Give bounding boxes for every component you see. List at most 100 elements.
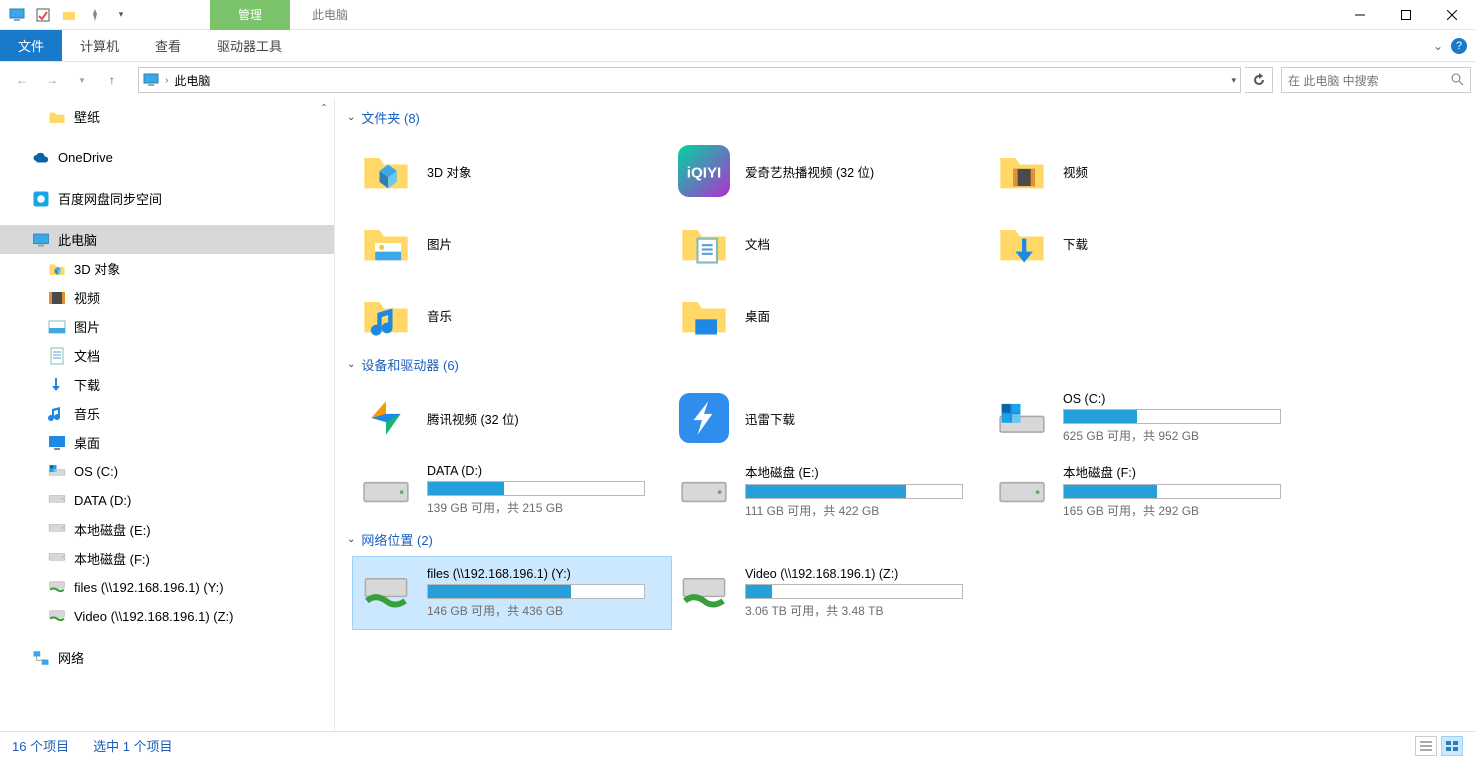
ribbon-tab-view[interactable]: 查看 xyxy=(137,30,199,61)
drive-label: files (\\192.168.196.1) (Y:) xyxy=(427,567,645,581)
drive-item[interactable]: OS (C:) 625 GB 可用，共 952 GB xyxy=(989,382,1307,454)
tree-item[interactable]: 桌面 xyxy=(0,428,334,457)
folder-item[interactable]: 图片 xyxy=(353,207,671,279)
tree-item[interactable]: files (\\192.168.196.1) (Y:) xyxy=(0,573,334,602)
qat-dropdown-icon[interactable]: ▾ xyxy=(110,4,132,26)
folder-item[interactable]: 视频 xyxy=(989,135,1307,207)
status-item-count: 16 个项目 xyxy=(12,736,69,755)
tree-item[interactable]: OS (C:) xyxy=(0,457,334,486)
tree-item[interactable]: 3D 对象 xyxy=(0,254,334,283)
help-icon[interactable]: ? xyxy=(1451,38,1467,54)
app-item[interactable]: 腾讯视频 (32 位) xyxy=(353,382,671,454)
tree-item[interactable]: 下载 xyxy=(0,370,334,399)
collapse-tree-icon[interactable]: ˆ xyxy=(322,102,326,116)
tree-item[interactable]: Video (\\192.168.196.1) (Z:) xyxy=(0,602,334,631)
refresh-button[interactable] xyxy=(1245,67,1273,93)
view-tiles-button[interactable] xyxy=(1441,736,1463,756)
chevron-down-icon: ⌄ xyxy=(347,534,355,545)
folder-icon xyxy=(48,108,66,126)
drive-icon xyxy=(677,463,731,517)
group-header-network[interactable]: ⌄ 网络位置 (2) xyxy=(335,526,1475,557)
nav-back-button[interactable]: ← xyxy=(8,66,36,94)
item-label: 文档 xyxy=(745,234,770,253)
drive-usage-bar xyxy=(427,481,645,496)
music-icon xyxy=(48,405,66,423)
tree-item[interactable]: 壁纸 xyxy=(0,102,334,131)
qat-newfolder-icon[interactable] xyxy=(58,4,80,26)
tree-item[interactable]: 文档 xyxy=(0,341,334,370)
ribbon-context-tab[interactable]: 管理 xyxy=(210,0,290,30)
tree-item-label: 3D 对象 xyxy=(74,259,120,278)
nav-forward-button[interactable]: → xyxy=(38,66,66,94)
tree-item[interactable]: 网络 xyxy=(0,643,334,672)
close-button[interactable] xyxy=(1429,0,1475,30)
nav-recent-dropdown[interactable]: ▾ xyxy=(68,66,96,94)
ribbon-file-tab[interactable]: 文件 xyxy=(0,30,62,61)
item-label: 腾讯视频 (32 位) xyxy=(427,409,519,428)
folder-item[interactable]: 文档 xyxy=(671,207,989,279)
folder-item[interactable]: iQIYI 爱奇艺热播视频 (32 位) xyxy=(671,135,989,207)
drive-subtext: 139 GB 可用，共 215 GB xyxy=(427,499,645,516)
netdrive-icon xyxy=(359,566,413,620)
pictures-icon xyxy=(359,216,413,270)
view-details-button[interactable] xyxy=(1415,736,1437,756)
drive-label: Video (\\192.168.196.1) (Z:) xyxy=(745,567,963,581)
ribbon-tab-drivetools[interactable]: 驱动器工具 xyxy=(199,30,300,61)
tree-item[interactable]: 音乐 xyxy=(0,399,334,428)
minimize-button[interactable] xyxy=(1337,0,1383,30)
docs-icon xyxy=(677,216,731,270)
item-label: 桌面 xyxy=(745,306,770,325)
tree-item-label: 本地磁盘 (E:) xyxy=(74,520,151,539)
drive-item[interactable]: DATA (D:) 139 GB 可用，共 215 GB xyxy=(353,454,671,526)
address-segment[interactable]: 此电脑 xyxy=(174,72,210,89)
drive-usage-bar xyxy=(427,584,645,599)
chevron-down-icon: ⌄ xyxy=(347,112,355,123)
baidu-icon xyxy=(32,190,50,208)
drive-item[interactable]: Video (\\192.168.196.1) (Z:) 3.06 TB 可用，… xyxy=(671,557,989,629)
chevron-right-icon[interactable]: › xyxy=(165,75,168,86)
drive-item[interactable]: 本地磁盘 (F:) 165 GB 可用，共 292 GB xyxy=(989,454,1307,526)
tree-item-label: 图片 xyxy=(74,317,100,336)
drive-item[interactable]: files (\\192.168.196.1) (Y:) 146 GB 可用，共… xyxy=(353,557,671,629)
ribbon-tab-computer[interactable]: 计算机 xyxy=(62,30,137,61)
app-item[interactable]: 迅雷下载 xyxy=(671,382,989,454)
address-dropdown-icon[interactable]: ▾ xyxy=(1231,75,1236,86)
drive-icon xyxy=(48,521,66,539)
group-header-folders[interactable]: ⌄ 文件夹 (8) xyxy=(335,104,1475,135)
tree-item[interactable]: 此电脑 xyxy=(0,225,334,254)
pin-icon[interactable] xyxy=(84,4,106,26)
qat-thispc-icon[interactable] xyxy=(6,4,28,26)
video-icon xyxy=(48,289,66,307)
folder-item[interactable]: 音乐 xyxy=(353,279,671,351)
tree-item[interactable]: 图片 xyxy=(0,312,334,341)
video-icon xyxy=(995,144,1049,198)
svg-text:iQIYI: iQIYI xyxy=(687,165,722,182)
status-selection: 选中 1 个项目 xyxy=(93,736,172,755)
drive-label: DATA (D:) xyxy=(427,464,645,478)
group-title: 设备和驱动器 (6) xyxy=(361,355,459,374)
folder-item[interactable]: 桌面 xyxy=(671,279,989,351)
tree-item[interactable]: 视频 xyxy=(0,283,334,312)
download-icon xyxy=(995,216,1049,270)
tree-item[interactable]: DATA (D:) xyxy=(0,486,334,515)
nav-tree: ˆ 壁纸 OneDrive 百度网盘同步空间此电脑 3D 对象视频图片文档下载音乐桌面… xyxy=(0,98,335,731)
tree-item[interactable]: 本地磁盘 (F:) xyxy=(0,544,334,573)
3d-icon xyxy=(359,144,413,198)
tree-item-label: 本地磁盘 (F:) xyxy=(74,549,150,568)
folder-item[interactable]: 3D 对象 xyxy=(353,135,671,207)
maximize-button[interactable] xyxy=(1383,0,1429,30)
group-header-drives[interactable]: ⌄ 设备和驱动器 (6) xyxy=(335,351,1475,382)
tree-item[interactable]: 百度网盘同步空间 xyxy=(0,184,334,213)
folder-item[interactable]: 下载 xyxy=(989,207,1307,279)
chevron-down-icon: ⌄ xyxy=(347,359,355,370)
drive-item[interactable]: 本地磁盘 (E:) 111 GB 可用，共 422 GB xyxy=(671,454,989,526)
group-title: 网络位置 (2) xyxy=(361,530,433,549)
qat-properties-icon[interactable] xyxy=(32,4,54,26)
tree-item[interactable]: 本地磁盘 (E:) xyxy=(0,515,334,544)
drive-win-icon xyxy=(48,463,66,481)
search-input[interactable]: 在 此电脑 中搜索 xyxy=(1281,67,1471,93)
tree-item[interactable]: OneDrive xyxy=(0,143,334,172)
nav-up-button[interactable]: ↑ xyxy=(98,66,126,94)
ribbon-expand-icon[interactable]: ⌄ xyxy=(1433,39,1443,53)
address-bar[interactable]: › 此电脑 ▾ xyxy=(138,67,1241,93)
